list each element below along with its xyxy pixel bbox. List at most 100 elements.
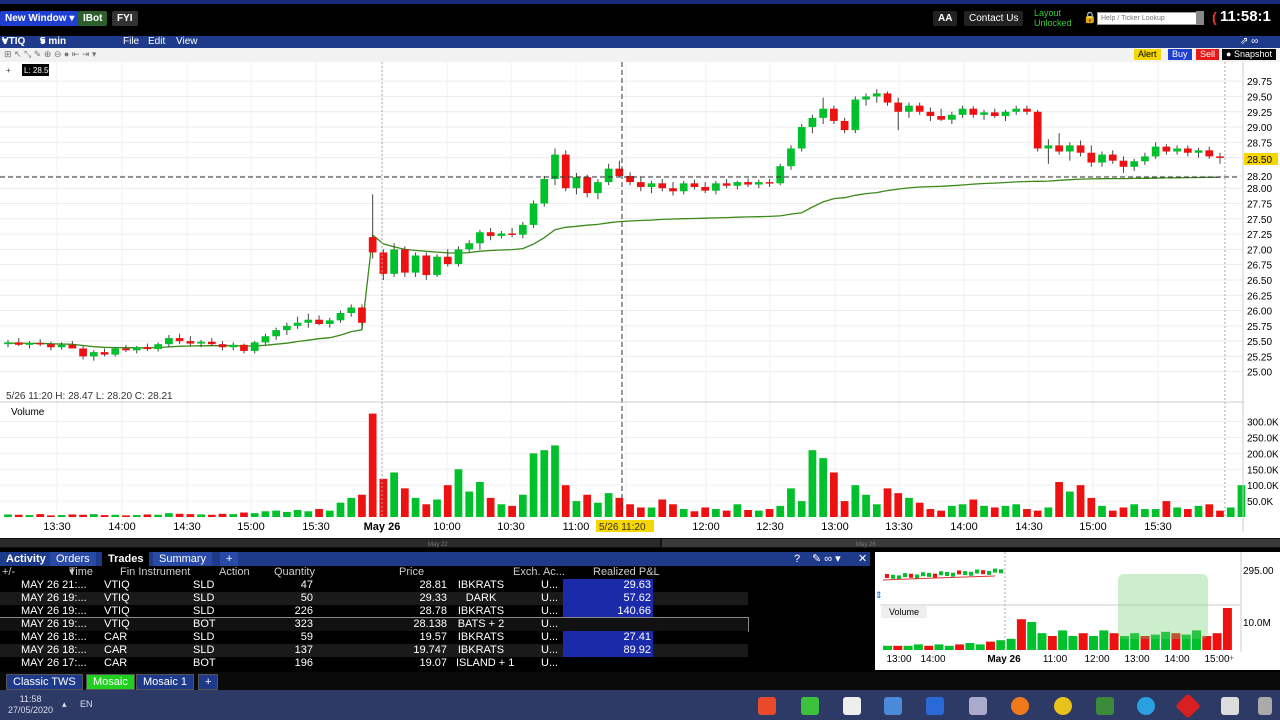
price-chart[interactable]: 29.75 29.50 29.25 29.00 28.75 28.50 28.2028.00… xyxy=(0,62,1280,548)
symbol-selector[interactable]: VTIQ ▾ xyxy=(2,36,25,48)
link-icon[interactable]: ⇗ ∞ xyxy=(1240,36,1258,48)
candle-body xyxy=(679,183,688,192)
navigator-thumb[interactable] xyxy=(662,539,1280,547)
mini-candle xyxy=(891,574,895,579)
alert-button[interactable]: Alert xyxy=(1134,49,1161,60)
fyi-button[interactable]: FYI xyxy=(112,11,138,26)
snapshot-button[interactable]: ● Snapshot xyxy=(1222,49,1276,60)
app-white-icon[interactable] xyxy=(1221,697,1239,715)
tray-up-icon[interactable]: ▴ xyxy=(62,699,67,710)
candle-body xyxy=(1023,108,1031,112)
mini-candle xyxy=(897,575,901,580)
navigator-label-right: May 26 xyxy=(856,542,876,548)
table-row[interactable]: MAY 26 21:... VTIQ SLD 47 28.81 IBKRATS U... 29… xyxy=(0,579,748,592)
candle-body xyxy=(583,177,592,194)
app-red-icon[interactable] xyxy=(758,697,776,715)
app-gray-icon[interactable] xyxy=(1258,697,1272,715)
chart-options-icon[interactable]: + xyxy=(6,66,11,75)
mini-scroll-icon[interactable]: + xyxy=(1229,653,1234,663)
table-row[interactable]: MAY 26 19:... VTIQ BOT 323 28.138 BATS + 2 U..… xyxy=(0,617,749,632)
contact-us-button[interactable]: Contact Us xyxy=(964,11,1024,26)
candle-body xyxy=(733,182,742,186)
col-quantity[interactable]: Quantity xyxy=(274,566,315,579)
lock-icon[interactable]: 🔒 xyxy=(1083,11,1097,24)
mini-chart-canvas[interactable]: 295.00 Volume 10.0M 13:00 14:00 May 26 11:0… xyxy=(875,552,1280,670)
app-diamond-icon[interactable] xyxy=(1175,693,1201,719)
volume-bar xyxy=(508,505,516,517)
app-green-icon[interactable] xyxy=(801,697,819,715)
cell-qty: 137 xyxy=(294,644,313,656)
calendar-icon[interactable] xyxy=(843,697,861,715)
menu-file[interactable]: File xyxy=(123,36,139,48)
menu-view[interactable]: View xyxy=(176,36,198,48)
table-row[interactable]: MAY 26 19:... VTIQ SLD 226 28.78 IBKRATS U... 1… xyxy=(0,605,748,618)
drawing-tools-icon[interactable]: ⊞ ↖ ⤡ ✎ ⊕ ⊖ ● ⇤ ⇥ ▾ xyxy=(4,49,96,60)
price-tick-label: 27.50 xyxy=(1247,215,1272,226)
mini-time-tick: 11:00 xyxy=(1043,654,1068,665)
settings-icon[interactable]: ✎ ∞ ▾ xyxy=(806,552,847,566)
volume-bar xyxy=(1216,510,1224,517)
volume-bar xyxy=(722,510,731,517)
candle-body xyxy=(894,102,903,112)
navigator-left[interactable] xyxy=(0,539,660,547)
app-edit-icon[interactable] xyxy=(926,697,944,715)
volume-bar xyxy=(647,507,656,517)
volume-bar xyxy=(518,494,527,517)
add-workspace-button[interactable]: + xyxy=(198,674,219,690)
edge-icon[interactable] xyxy=(1137,697,1155,715)
mini-candle xyxy=(987,570,991,575)
sell-button[interactable]: Sell xyxy=(1196,49,1220,60)
app-blue-icon[interactable] xyxy=(884,697,902,715)
col-action[interactable]: Action xyxy=(219,566,250,579)
ibot-button[interactable]: IBot xyxy=(78,11,108,26)
table-row[interactable]: MAY 26 18:... CAR SLD 137 19.747 IBKRATS U... 8… xyxy=(0,644,748,657)
tab-mosaic[interactable]: Mosaic xyxy=(86,674,135,690)
taskbar-clock[interactable]: 11:58 27/05/2020 xyxy=(8,694,53,716)
tab-classic-tws[interactable]: Classic TWS xyxy=(6,674,83,690)
interval-selector[interactable]: 5 min candles ▾ xyxy=(40,36,77,59)
tab-mosaic-1[interactable]: Mosaic 1 xyxy=(136,674,195,690)
col-exch[interactable]: Exch. Ac... xyxy=(513,566,565,579)
table-row[interactable]: MAY 26 18:... CAR SLD 59 19.57 IBKRATS U... 27.… xyxy=(0,631,748,644)
volume-bar xyxy=(272,510,281,517)
snipping-tool-icon[interactable] xyxy=(969,697,987,715)
candle-body xyxy=(465,243,474,250)
language-indicator[interactable]: EN xyxy=(80,699,93,709)
time-tick-label: 15:30 xyxy=(302,521,330,533)
menu-edit[interactable]: Edit xyxy=(148,36,165,48)
firefox-icon[interactable] xyxy=(1011,697,1029,715)
close-icon[interactable]: ✕ xyxy=(852,552,873,566)
col-plusminus[interactable]: +/- xyxy=(2,566,15,579)
new-window-button[interactable]: New Window ▾ xyxy=(0,11,80,26)
volume-bar xyxy=(465,491,474,517)
col-price[interactable]: Price xyxy=(399,566,424,579)
mini-volume-bar xyxy=(903,645,913,650)
tab-trades[interactable]: Trades xyxy=(102,552,150,566)
mini-chart[interactable]: 295.00 Volume 10.0M 13:00 14:00 May 26 11:0… xyxy=(875,552,1280,670)
buy-button[interactable]: Buy xyxy=(1168,49,1192,60)
add-tab-button[interactable]: + xyxy=(220,552,239,566)
terminal-icon[interactable] xyxy=(1096,697,1114,715)
candle-body xyxy=(1001,111,1010,117)
chart-canvas[interactable]: 29.75 29.50 29.25 29.00 28.75 28.50 28.2028.00… xyxy=(0,62,1280,548)
cell-action: SLD xyxy=(193,605,215,617)
layout-lock-status[interactable]: Layout Unlocked xyxy=(1034,8,1072,28)
volume-bar xyxy=(1130,504,1139,517)
table-row[interactable]: MAY 26 19:... VTIQ SLD 50 29.33 DARK U... 57.62 xyxy=(0,592,748,605)
mini-time-tick: 14:00 xyxy=(920,654,945,665)
ticker-lookup-input[interactable] xyxy=(1097,12,1199,25)
col-time[interactable]: Time ▾ xyxy=(69,566,93,579)
navigator-label-left: May 22 xyxy=(428,542,448,548)
mini-expand-icon[interactable]: ⇕ xyxy=(875,590,883,600)
col-pnl[interactable]: Realized P&L xyxy=(593,566,660,579)
tab-summary[interactable]: Summary xyxy=(153,552,213,566)
font-size-button[interactable]: AA xyxy=(933,11,958,26)
table-row[interactable]: MAY 26 17:... CAR BOT 196 19.07 ISLAND + 1 U..… xyxy=(0,657,748,670)
volume-bar xyxy=(315,509,323,517)
search-icon[interactable] xyxy=(1196,11,1204,25)
volume-bar xyxy=(1151,509,1160,517)
col-instrument[interactable]: Fin Instrument xyxy=(120,566,190,579)
chrome-icon[interactable] xyxy=(1054,697,1072,715)
tab-orders[interactable]: Orders xyxy=(50,552,96,566)
help-icon[interactable]: ? xyxy=(788,552,806,566)
